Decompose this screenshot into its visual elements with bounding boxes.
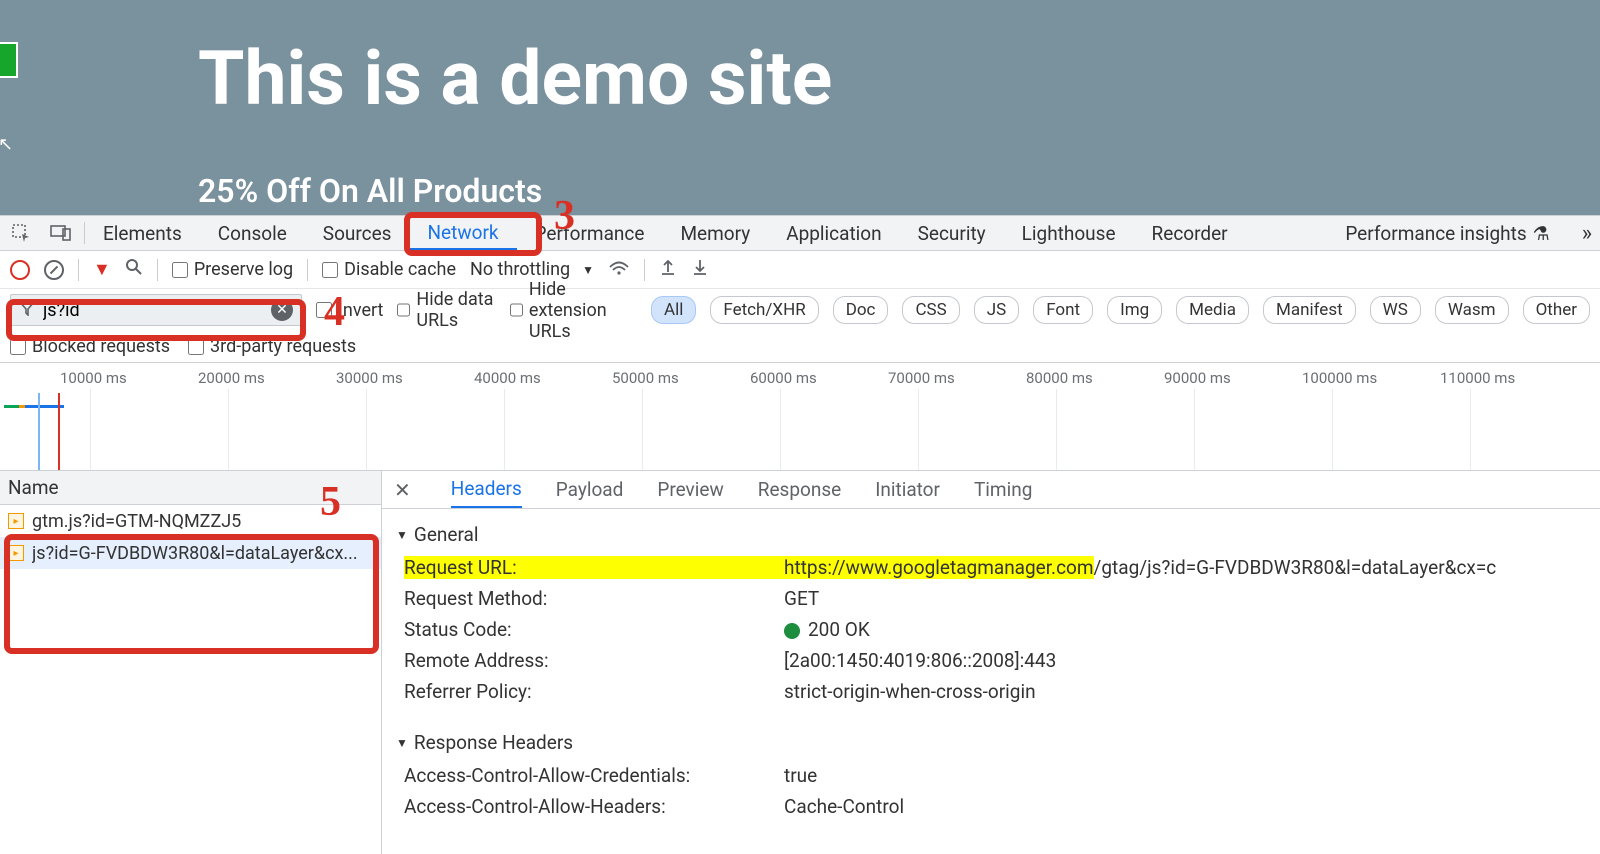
request-row[interactable]: ▸ gtm.js?id=GTM-NQMZZJ5 bbox=[0, 505, 381, 537]
detail-tab-timing[interactable]: Timing bbox=[974, 478, 1032, 501]
filter-input[interactable] bbox=[43, 300, 271, 321]
tab-sources[interactable]: Sources bbox=[305, 216, 410, 250]
filter-toggle-icon[interactable]: ▼ bbox=[93, 259, 111, 280]
section-general[interactable]: ▼General bbox=[396, 517, 1586, 552]
filter-fetchxhr[interactable]: Fetch/XHR bbox=[710, 296, 818, 324]
floating-badge bbox=[0, 42, 18, 78]
inspect-icon[interactable] bbox=[4, 217, 38, 249]
detail-tab-preview[interactable]: Preview bbox=[657, 478, 723, 501]
detail-tab-payload[interactable]: Payload bbox=[556, 478, 624, 501]
devtools-tabstrip: Elements Console Sources Network Perform… bbox=[0, 215, 1600, 251]
header-row: Referrer Policy:strict-origin-when-cross… bbox=[396, 676, 1586, 707]
divider bbox=[644, 259, 645, 281]
header-row: Remote Address:[2a00:1450:4019:806::2008… bbox=[396, 645, 1586, 676]
tab-console[interactable]: Console bbox=[200, 216, 305, 250]
filter-all[interactable]: All bbox=[651, 296, 696, 324]
filter-img[interactable]: Img bbox=[1107, 296, 1162, 324]
device-toggle-icon[interactable] bbox=[44, 217, 78, 249]
script-icon: ▸ bbox=[8, 545, 24, 561]
header-row: Access-Control-Allow-Headers:Cache-Contr… bbox=[396, 791, 1586, 822]
search-icon[interactable] bbox=[125, 258, 143, 281]
filter-wasm[interactable]: Wasm bbox=[1435, 296, 1509, 324]
tab-elements[interactable]: Elements bbox=[85, 216, 200, 250]
detail-tab-response[interactable]: Response bbox=[758, 478, 841, 501]
header-row: Request URL:https://www.googletagmanager… bbox=[396, 552, 1586, 583]
filter-font[interactable]: Font bbox=[1033, 296, 1093, 324]
network-toolbar-3: Blocked requests 3rd-party requests bbox=[0, 331, 1600, 363]
header-row: Status Code:200 OK bbox=[396, 614, 1586, 645]
request-name: js?id=G-FVDBDW3R80&l=dataLayer&cx... bbox=[32, 543, 358, 564]
flask-icon: ⚗ bbox=[1533, 222, 1550, 245]
tab-network[interactable]: Network bbox=[409, 216, 516, 250]
tab-lighthouse[interactable]: Lighthouse bbox=[1004, 216, 1134, 250]
header-row: Request Method:GET bbox=[396, 583, 1586, 614]
tab-performance[interactable]: Performance bbox=[517, 216, 663, 250]
tab-perf-insights[interactable]: Performance insights⚗ bbox=[1327, 216, 1567, 250]
request-details: ✕ Headers Payload Preview Response Initi… bbox=[382, 471, 1600, 854]
request-row[interactable]: ▸ js?id=G-FVDBDW3R80&l=dataLayer&cx... bbox=[0, 537, 381, 569]
blocked-requests-checkbox[interactable]: Blocked requests bbox=[10, 336, 170, 357]
filter-input-wrap: ✕ bbox=[10, 294, 302, 326]
filter-js[interactable]: JS bbox=[974, 296, 1019, 324]
page-subtitle: 25% Off On All Products bbox=[198, 172, 542, 210]
divider bbox=[157, 259, 158, 281]
network-toolbar-1: ▼ Preserve log Disable cache No throttli… bbox=[0, 251, 1600, 289]
timeline-overview[interactable]: 10000 ms20000 ms30000 ms40000 ms50000 ms… bbox=[0, 363, 1600, 471]
tab-application[interactable]: Application bbox=[768, 216, 899, 250]
disable-cache-checkbox[interactable]: Disable cache bbox=[322, 259, 456, 280]
divider bbox=[78, 259, 79, 281]
hide-ext-urls-checkbox[interactable]: Hide extension URLs bbox=[510, 279, 637, 342]
timeline-marker-load bbox=[58, 393, 60, 470]
funnel-icon bbox=[19, 300, 35, 321]
detail-tabs: ✕ Headers Payload Preview Response Initi… bbox=[382, 471, 1600, 509]
upload-har-icon[interactable] bbox=[659, 258, 677, 281]
page-title: This is a demo site bbox=[198, 35, 832, 123]
cursor-icon: ↖ bbox=[0, 134, 13, 155]
section-response-headers[interactable]: ▼Response Headers bbox=[396, 725, 1586, 760]
script-icon: ▸ bbox=[8, 513, 24, 529]
throttling-select[interactable]: No throttling▼ bbox=[470, 259, 594, 280]
clear-button[interactable] bbox=[44, 260, 64, 280]
timeline-marker-domcontent bbox=[38, 393, 40, 470]
third-party-checkbox[interactable]: 3rd-party requests bbox=[188, 336, 356, 357]
download-har-icon[interactable] bbox=[691, 258, 709, 281]
filter-css[interactable]: CSS bbox=[902, 296, 959, 324]
divider bbox=[307, 259, 308, 281]
header-row: Access-Control-Allow-Credentials:true bbox=[396, 760, 1586, 791]
tab-recorder[interactable]: Recorder bbox=[1134, 216, 1246, 250]
network-toolbar-2: ✕ Invert Hide data URLs Hide extension U… bbox=[0, 289, 1600, 331]
detail-tab-headers[interactable]: Headers bbox=[451, 477, 522, 508]
tab-security[interactable]: Security bbox=[900, 216, 1004, 250]
hide-data-urls-checkbox[interactable]: Hide data URLs bbox=[397, 289, 496, 331]
request-name: gtm.js?id=GTM-NQMZZJ5 bbox=[32, 511, 241, 532]
filter-other[interactable]: Other bbox=[1523, 296, 1590, 324]
invert-checkbox[interactable]: Invert bbox=[316, 300, 383, 321]
request-list-header[interactable]: Name bbox=[0, 471, 381, 505]
request-list: Name ▸ gtm.js?id=GTM-NQMZZJ5 ▸ js?id=G-F… bbox=[0, 471, 382, 854]
record-button[interactable] bbox=[10, 260, 30, 280]
more-tabs-icon[interactable]: » bbox=[1582, 221, 1592, 246]
close-icon[interactable]: ✕ bbox=[394, 478, 411, 502]
filter-media[interactable]: Media bbox=[1176, 296, 1249, 324]
timeline-bar bbox=[4, 405, 64, 408]
filter-ws[interactable]: WS bbox=[1370, 296, 1421, 324]
filter-manifest[interactable]: Manifest bbox=[1263, 296, 1356, 324]
clear-filter-icon[interactable]: ✕ bbox=[271, 299, 293, 321]
tab-memory[interactable]: Memory bbox=[662, 216, 768, 250]
detail-tab-initiator[interactable]: Initiator bbox=[875, 478, 940, 501]
filter-doc[interactable]: Doc bbox=[833, 296, 889, 324]
preserve-log-checkbox[interactable]: Preserve log bbox=[172, 259, 293, 280]
